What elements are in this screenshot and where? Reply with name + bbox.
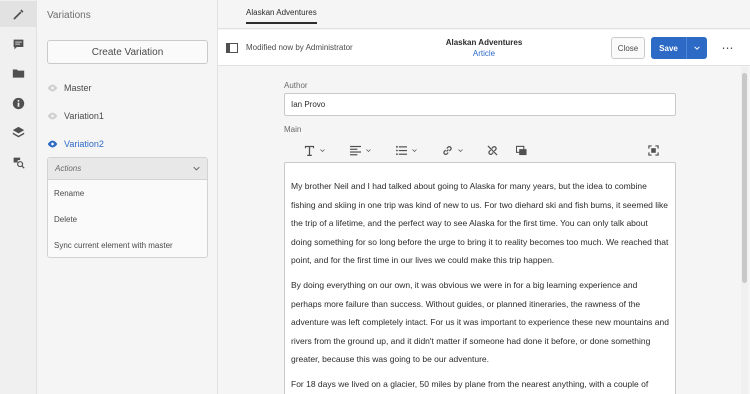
chevron-down-icon <box>458 148 463 152</box>
save-options-button[interactable] <box>687 37 707 59</box>
link-icon <box>443 145 452 155</box>
create-variation-button[interactable]: Create Variation <box>47 40 208 64</box>
actions-dropdown: Actions Rename Delete Sync current eleme… <box>47 157 208 258</box>
text-format-button[interactable] <box>304 143 325 157</box>
variation-label: Variation2 <box>64 139 104 149</box>
edit-icon[interactable] <box>0 1 37 27</box>
paragraph: For 18 days we lived on a glacier, 50 mi… <box>291 378 649 389</box>
main-scrollbar[interactable] <box>741 67 748 394</box>
editor-header: Modified now by Administrator Alaskan Ad… <box>218 30 750 66</box>
text-format-icon <box>304 145 315 156</box>
variation-label: Master <box>64 83 92 93</box>
fullscreen-icon <box>648 144 659 156</box>
comment-icon[interactable] <box>0 31 37 57</box>
paragraph: By doing everything on our own, it was o… <box>291 279 669 365</box>
save-button-group: Save <box>651 37 707 59</box>
main-rich-text-editor[interactable]: My brother Neil and I had talked about g… <box>284 162 676 394</box>
layers-icon[interactable] <box>0 119 37 145</box>
editor-main: Author Main My brother Neil and I <box>218 67 750 394</box>
align-left-icon <box>350 145 361 155</box>
close-button[interactable]: Close <box>611 37 645 59</box>
eye-icon <box>47 112 58 120</box>
bullet-list-icon <box>396 145 407 155</box>
search-asset-icon[interactable] <box>0 149 37 175</box>
scrollbar-thumb[interactable] <box>742 73 747 283</box>
tab-alaskan-adventures[interactable]: Alaskan Adventures <box>246 8 317 24</box>
chevron-down-icon <box>193 166 200 171</box>
chevron-down-icon <box>694 46 700 50</box>
variation-label: Variation1 <box>64 111 104 121</box>
unlink-button[interactable] <box>487 143 498 157</box>
eye-icon <box>47 84 58 92</box>
author-input[interactable] <box>284 93 676 116</box>
toggle-side-panel-icon[interactable] <box>226 43 238 53</box>
fullscreen-button[interactable] <box>648 143 659 157</box>
variation-item-variation2[interactable]: Variation2 <box>47 134 208 154</box>
chevron-down-icon <box>366 148 371 152</box>
paragraph: My brother Neil and I had talked about g… <box>291 181 669 266</box>
list-button[interactable] <box>396 143 417 157</box>
actions-select-label: Actions <box>55 164 82 173</box>
action-sync-with-master[interactable]: Sync current element with master <box>48 232 207 258</box>
insert-asset-button[interactable] <box>516 143 527 157</box>
variation-item-master[interactable]: Master <box>47 78 208 98</box>
info-icon[interactable] <box>0 90 37 116</box>
rte-toolbar <box>284 141 676 161</box>
paragraph-align-button[interactable] <box>350 143 371 157</box>
action-delete[interactable]: Delete <box>48 206 207 232</box>
actions-select[interactable]: Actions <box>48 158 207 180</box>
chevron-down-icon <box>320 148 325 152</box>
unlink-icon <box>487 144 498 156</box>
main-label: Main <box>284 125 302 134</box>
eye-icon <box>47 140 58 148</box>
panel-title: Variations <box>47 10 91 21</box>
more-options-icon[interactable]: ⋯ <box>722 41 734 55</box>
modified-status: Modified now by Administrator <box>246 43 353 52</box>
author-label: Author <box>284 81 308 90</box>
variations-panel: Variations Create Variation Master Varia… <box>37 0 218 394</box>
link-button[interactable] <box>442 143 463 157</box>
save-button[interactable]: Save <box>651 37 687 59</box>
variation-item-variation1[interactable]: Variation1 <box>47 106 208 126</box>
tab-bar: Alaskan Adventures <box>218 0 750 29</box>
insert-asset-icon <box>516 145 527 155</box>
action-rename[interactable]: Rename <box>48 180 207 206</box>
folder-icon[interactable] <box>0 60 37 86</box>
chevron-down-icon <box>412 148 417 152</box>
tool-rail <box>0 0 37 394</box>
